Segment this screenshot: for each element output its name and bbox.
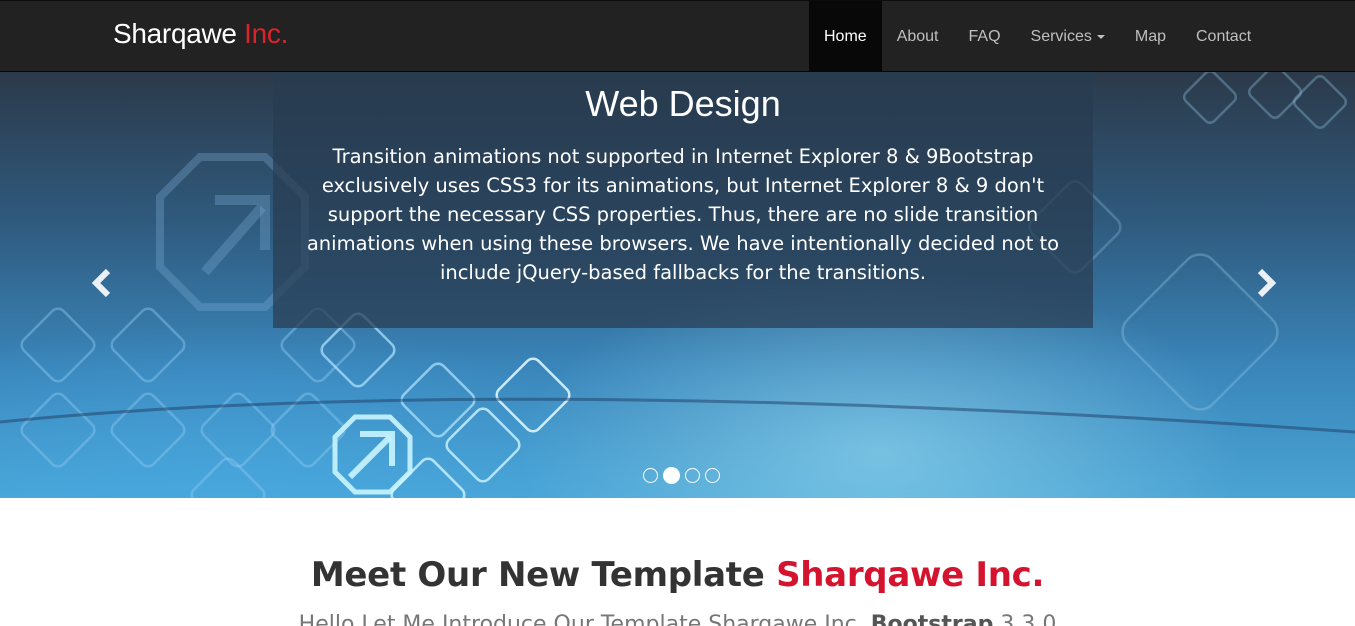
- nav-label: Services: [1030, 27, 1092, 45]
- nav-item-services[interactable]: Services: [1016, 1, 1120, 72]
- brand-logo[interactable]: Sharqawe Inc.: [113, 18, 288, 50]
- caret-down-icon: [1096, 34, 1105, 39]
- nav-item-about[interactable]: About: [882, 1, 954, 72]
- nav-label: About: [896, 27, 939, 45]
- nav-item-home[interactable]: Home: [809, 1, 882, 72]
- brand-accent: Inc.: [244, 18, 289, 49]
- carousel-title: Web Design: [585, 83, 781, 124]
- brand-main: Sharqawe: [113, 18, 237, 49]
- main-nav: Home About FAQ Services Map Contact: [809, 1, 1266, 72]
- nav-label: Contact: [1196, 27, 1252, 45]
- nav-label: Home: [824, 27, 867, 45]
- carousel-prev-button[interactable]: [88, 268, 118, 298]
- section-title-main: Meet Our New Template: [310, 555, 765, 595]
- carousel-indicator-4[interactable]: [705, 467, 720, 483]
- nav-item-contact[interactable]: Contact: [1181, 1, 1266, 72]
- nav-label: Map: [1134, 27, 1166, 45]
- carousel-indicators: [643, 466, 720, 484]
- chevron-right-icon: [1257, 268, 1277, 298]
- carousel-indicator-1[interactable]: [643, 467, 658, 483]
- navbar: Sharqawe Inc. Home About FAQ Services Ma…: [0, 0, 1355, 72]
- nav-label: FAQ: [968, 27, 1001, 45]
- carousel-caption: Web Design Transition animations not sup…: [273, 72, 1093, 328]
- subtitle-main: Hello Let Me Introduce Our Template Shar…: [298, 612, 864, 626]
- hero-carousel: Web Design Transition animations not sup…: [0, 72, 1355, 498]
- nav-item-faq[interactable]: FAQ: [954, 1, 1016, 72]
- subtitle-bold: Bootstrap: [870, 612, 994, 626]
- carousel-indicator-2[interactable]: [663, 466, 680, 484]
- chevron-left-icon: [91, 268, 111, 298]
- section-title-accent: Sharqawe Inc.: [776, 555, 1045, 595]
- section-title: Meet Our New Template Sharqawe Inc.: [0, 555, 1355, 595]
- nav-item-map[interactable]: Map: [1120, 1, 1181, 72]
- section-subtitle: Hello Let Me Introduce Our Template Shar…: [0, 612, 1355, 626]
- carousel-indicator-3[interactable]: [685, 467, 700, 483]
- carousel-text: Transition animations not supported in I…: [306, 145, 1060, 284]
- carousel-next-button[interactable]: [1250, 268, 1280, 298]
- subtitle-version: 3.3.0: [1000, 612, 1057, 626]
